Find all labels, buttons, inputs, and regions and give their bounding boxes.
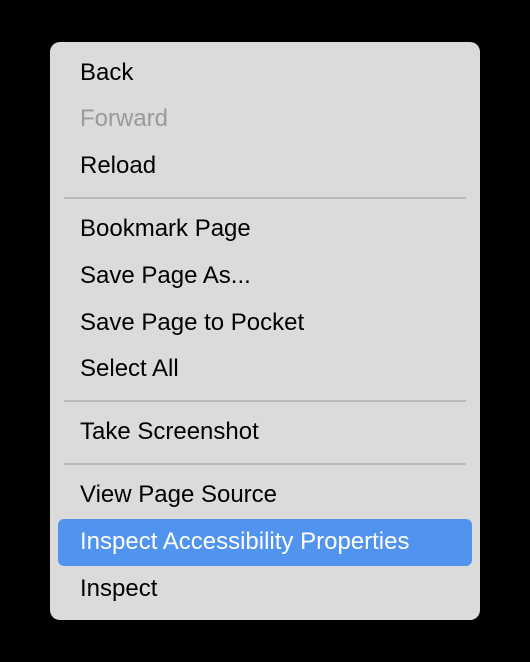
menu-separator xyxy=(64,463,466,465)
menu-item-inspect-accessibility-properties[interactable]: Inspect Accessibility Properties xyxy=(58,519,472,566)
menu-item-inspect[interactable]: Inspect xyxy=(58,566,472,613)
menu-item-select-all[interactable]: Select All xyxy=(58,346,472,393)
menu-item-save-page-as[interactable]: Save Page As... xyxy=(58,253,472,300)
menu-separator xyxy=(64,400,466,402)
context-menu: Back Forward Reload Bookmark Page Save P… xyxy=(50,42,480,621)
menu-item-save-page-to-pocket[interactable]: Save Page to Pocket xyxy=(58,300,472,347)
menu-separator xyxy=(64,197,466,199)
menu-item-take-screenshot[interactable]: Take Screenshot xyxy=(58,409,472,456)
menu-item-forward: Forward xyxy=(58,96,472,143)
menu-item-reload[interactable]: Reload xyxy=(58,143,472,190)
menu-item-back[interactable]: Back xyxy=(58,50,472,97)
menu-item-bookmark-page[interactable]: Bookmark Page xyxy=(58,206,472,253)
menu-item-view-page-source[interactable]: View Page Source xyxy=(58,472,472,519)
